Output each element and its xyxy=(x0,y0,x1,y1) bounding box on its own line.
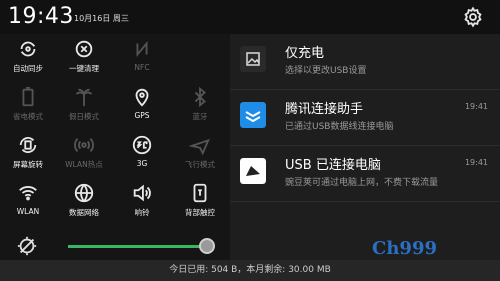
nfc-icon xyxy=(136,40,148,58)
toggle-gps[interactable]: GPS xyxy=(114,86,170,132)
auto-brightness-icon[interactable] xyxy=(16,235,38,257)
bluetooth-icon xyxy=(194,86,206,108)
brightness-row xyxy=(0,232,230,260)
clean-icon xyxy=(75,40,93,58)
toggle-power-saving[interactable]: 省电模式 xyxy=(0,86,56,132)
toggle-wlan[interactable]: WLAN xyxy=(0,182,56,228)
toggle-3g[interactable]: 3G xyxy=(114,134,170,180)
toggle-one-key-clean[interactable]: 一键清理 xyxy=(56,38,112,84)
toggle-data-network[interactable]: 数据网络 xyxy=(56,182,112,228)
location-pin-icon xyxy=(135,88,149,107)
toggle-back-touch[interactable]: 背部触控 xyxy=(172,182,228,228)
notification-usb-connected[interactable]: USB 已连接电脑 豌豆荚可通过电脑上网，不费下载流量 19:41 xyxy=(230,146,500,202)
brightness-slider-track[interactable] xyxy=(68,245,206,248)
notification-list: 仅充电 选择以更改USB设置 腾讯连接助手 已通过USB数据线连接电脑 19:4… xyxy=(230,34,500,260)
airplane-icon xyxy=(189,138,210,156)
toggle-wlan-hotspot[interactable]: WLAN热点 xyxy=(56,134,112,180)
wandoujia-icon xyxy=(240,158,266,184)
wifi-icon xyxy=(19,186,37,201)
data-usage-footer: 今日已用: 504 B，本月剩余: 30.00 MB xyxy=(0,260,500,281)
usb-image-icon xyxy=(240,46,266,72)
hotspot-icon xyxy=(74,137,94,153)
toggle-airplane-mode[interactable]: 飞行模式 xyxy=(172,134,228,180)
notification-tencent[interactable]: 腾讯连接助手 已通过USB数据线连接电脑 19:41 xyxy=(230,90,500,146)
globe-icon xyxy=(74,183,94,203)
sync-icon xyxy=(20,41,36,57)
clock: 19:43 xyxy=(8,4,74,29)
toggle-auto-sync[interactable]: 自动同步 xyxy=(0,38,56,84)
gear-icon[interactable] xyxy=(462,6,484,28)
toggle-holiday-mode[interactable]: 假日模式 xyxy=(56,86,112,132)
notification-usb-charge[interactable]: 仅充电 选择以更改USB设置 xyxy=(230,34,500,90)
brightness-slider-thumb[interactable] xyxy=(199,238,215,254)
rotate-icon xyxy=(19,137,37,153)
3g-icon xyxy=(132,135,152,155)
tencent-link-icon xyxy=(240,102,266,128)
status-bar: 19:43 10月16日 周三 xyxy=(0,0,500,34)
palm-tree-icon xyxy=(75,88,93,107)
toggle-screen-rotation[interactable]: 屏幕旋转 xyxy=(0,134,56,180)
date: 10月16日 周三 xyxy=(74,14,129,23)
toggle-ringer[interactable]: 响铃 xyxy=(114,182,170,228)
speaker-icon xyxy=(133,184,151,202)
battery-icon xyxy=(22,86,34,107)
toggle-bluetooth[interactable]: 蓝牙 xyxy=(172,86,228,132)
touch-icon xyxy=(193,183,207,203)
watermark-brand: Ch999 xyxy=(372,238,437,259)
quick-settings-panel: 自动同步 一键清理 NFC 省电模式 假日模式 GPS 蓝牙 屏幕旋转 WLAN… xyxy=(0,34,230,260)
toggle-nfc[interactable]: NFC xyxy=(114,38,170,84)
